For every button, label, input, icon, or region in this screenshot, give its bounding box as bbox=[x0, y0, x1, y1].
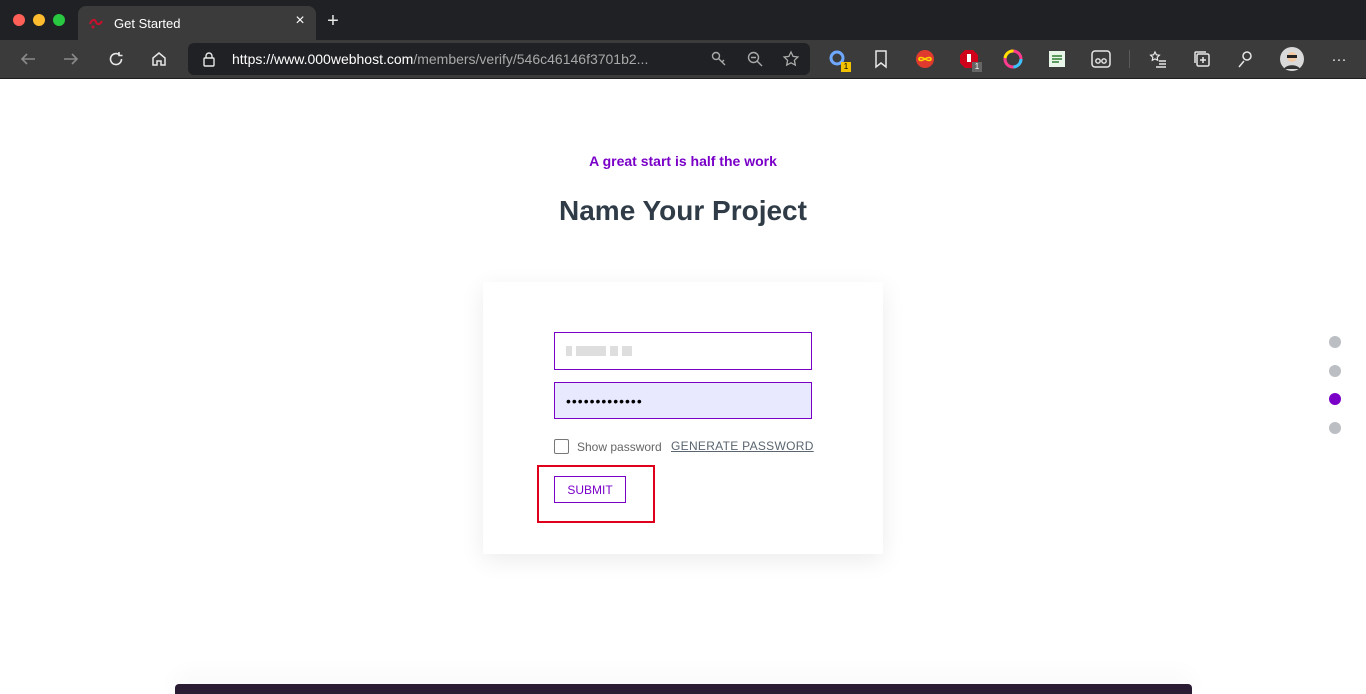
adblock-extension-icon[interactable]: 1 bbox=[959, 49, 982, 72]
adblock-badge: 1 bbox=[972, 62, 982, 72]
toolbar-separator bbox=[1129, 50, 1130, 68]
browser-title-bar: Get Started × + bbox=[0, 0, 1366, 40]
show-password-checkbox[interactable] bbox=[554, 439, 569, 454]
page-kicker: A great start is half the work bbox=[589, 153, 777, 169]
home-icon bbox=[152, 52, 166, 66]
redacted-text bbox=[566, 346, 572, 356]
redacted-text bbox=[622, 346, 632, 356]
password-input[interactable]: ••••••••••••• bbox=[554, 382, 812, 419]
step-dot[interactable] bbox=[1329, 422, 1341, 434]
feedback-icon[interactable] bbox=[1236, 49, 1256, 69]
home-button[interactable] bbox=[148, 48, 170, 70]
glasses-extension-icon[interactable] bbox=[1091, 49, 1111, 69]
page-title: Name Your Project bbox=[559, 195, 807, 226]
browser-toolbar: https://www.000webhost.com/members/verif… bbox=[0, 40, 1366, 79]
project-name-input[interactable] bbox=[554, 332, 812, 370]
window-minimize-button[interactable] bbox=[33, 14, 45, 26]
back-button[interactable] bbox=[17, 48, 39, 70]
collections-icon[interactable] bbox=[1192, 49, 1212, 69]
submit-button[interactable]: SUBMIT bbox=[554, 476, 626, 503]
webhost-favicon-icon bbox=[89, 18, 103, 29]
page-content: A great start is half the work Name Your… bbox=[0, 79, 1366, 694]
more-menu-icon[interactable]: ··· bbox=[1328, 48, 1350, 70]
favorites-list-icon[interactable] bbox=[1148, 49, 1168, 69]
forward-button[interactable] bbox=[60, 48, 82, 70]
favorite-star-icon[interactable] bbox=[780, 49, 802, 69]
address-bar[interactable]: https://www.000webhost.com/members/verif… bbox=[188, 43, 810, 75]
extension-1-icon[interactable]: 1 bbox=[828, 49, 851, 72]
back-arrow-icon bbox=[20, 53, 35, 65]
step-dot-active[interactable] bbox=[1329, 393, 1341, 405]
url-text[interactable]: https://www.000webhost.com/members/verif… bbox=[232, 51, 648, 67]
generate-password-link[interactable]: GENERATE PASSWORD bbox=[671, 439, 814, 453]
infinity-extension-icon[interactable] bbox=[915, 49, 935, 69]
reload-icon bbox=[109, 52, 123, 66]
redacted-text bbox=[576, 346, 606, 356]
new-tab-icon[interactable]: + bbox=[324, 11, 342, 31]
url-path: /members/verify/546c46146f3701b2... bbox=[413, 51, 649, 67]
window-maximize-button[interactable] bbox=[53, 14, 65, 26]
sheet-extension-icon[interactable] bbox=[1047, 49, 1067, 69]
zoom-out-icon[interactable] bbox=[744, 49, 766, 69]
lock-icon bbox=[203, 52, 215, 67]
project-form-card: ••••••••••••• Show password GENERATE PAS… bbox=[483, 282, 883, 554]
show-password-label[interactable]: Show password bbox=[577, 440, 662, 454]
step-dot[interactable] bbox=[1329, 336, 1341, 348]
tab-close-icon[interactable]: × bbox=[292, 13, 308, 29]
step-dot[interactable] bbox=[1329, 365, 1341, 377]
profile-avatar[interactable] bbox=[1280, 47, 1304, 71]
color-wheel-extension-icon[interactable] bbox=[1003, 49, 1023, 69]
browser-tab[interactable]: Get Started × bbox=[78, 6, 316, 40]
next-section-card bbox=[175, 684, 1192, 694]
url-host: https://www.000webhost.com bbox=[232, 51, 414, 67]
key-icon[interactable] bbox=[708, 49, 730, 69]
forward-arrow-icon bbox=[64, 53, 79, 65]
window-close-button[interactable] bbox=[13, 14, 25, 26]
reload-button[interactable] bbox=[105, 48, 127, 70]
bookmark-icon[interactable] bbox=[871, 49, 891, 69]
extension-1-badge: 1 bbox=[841, 62, 851, 72]
tab-title: Get Started bbox=[114, 16, 181, 31]
redacted-text bbox=[610, 346, 618, 356]
